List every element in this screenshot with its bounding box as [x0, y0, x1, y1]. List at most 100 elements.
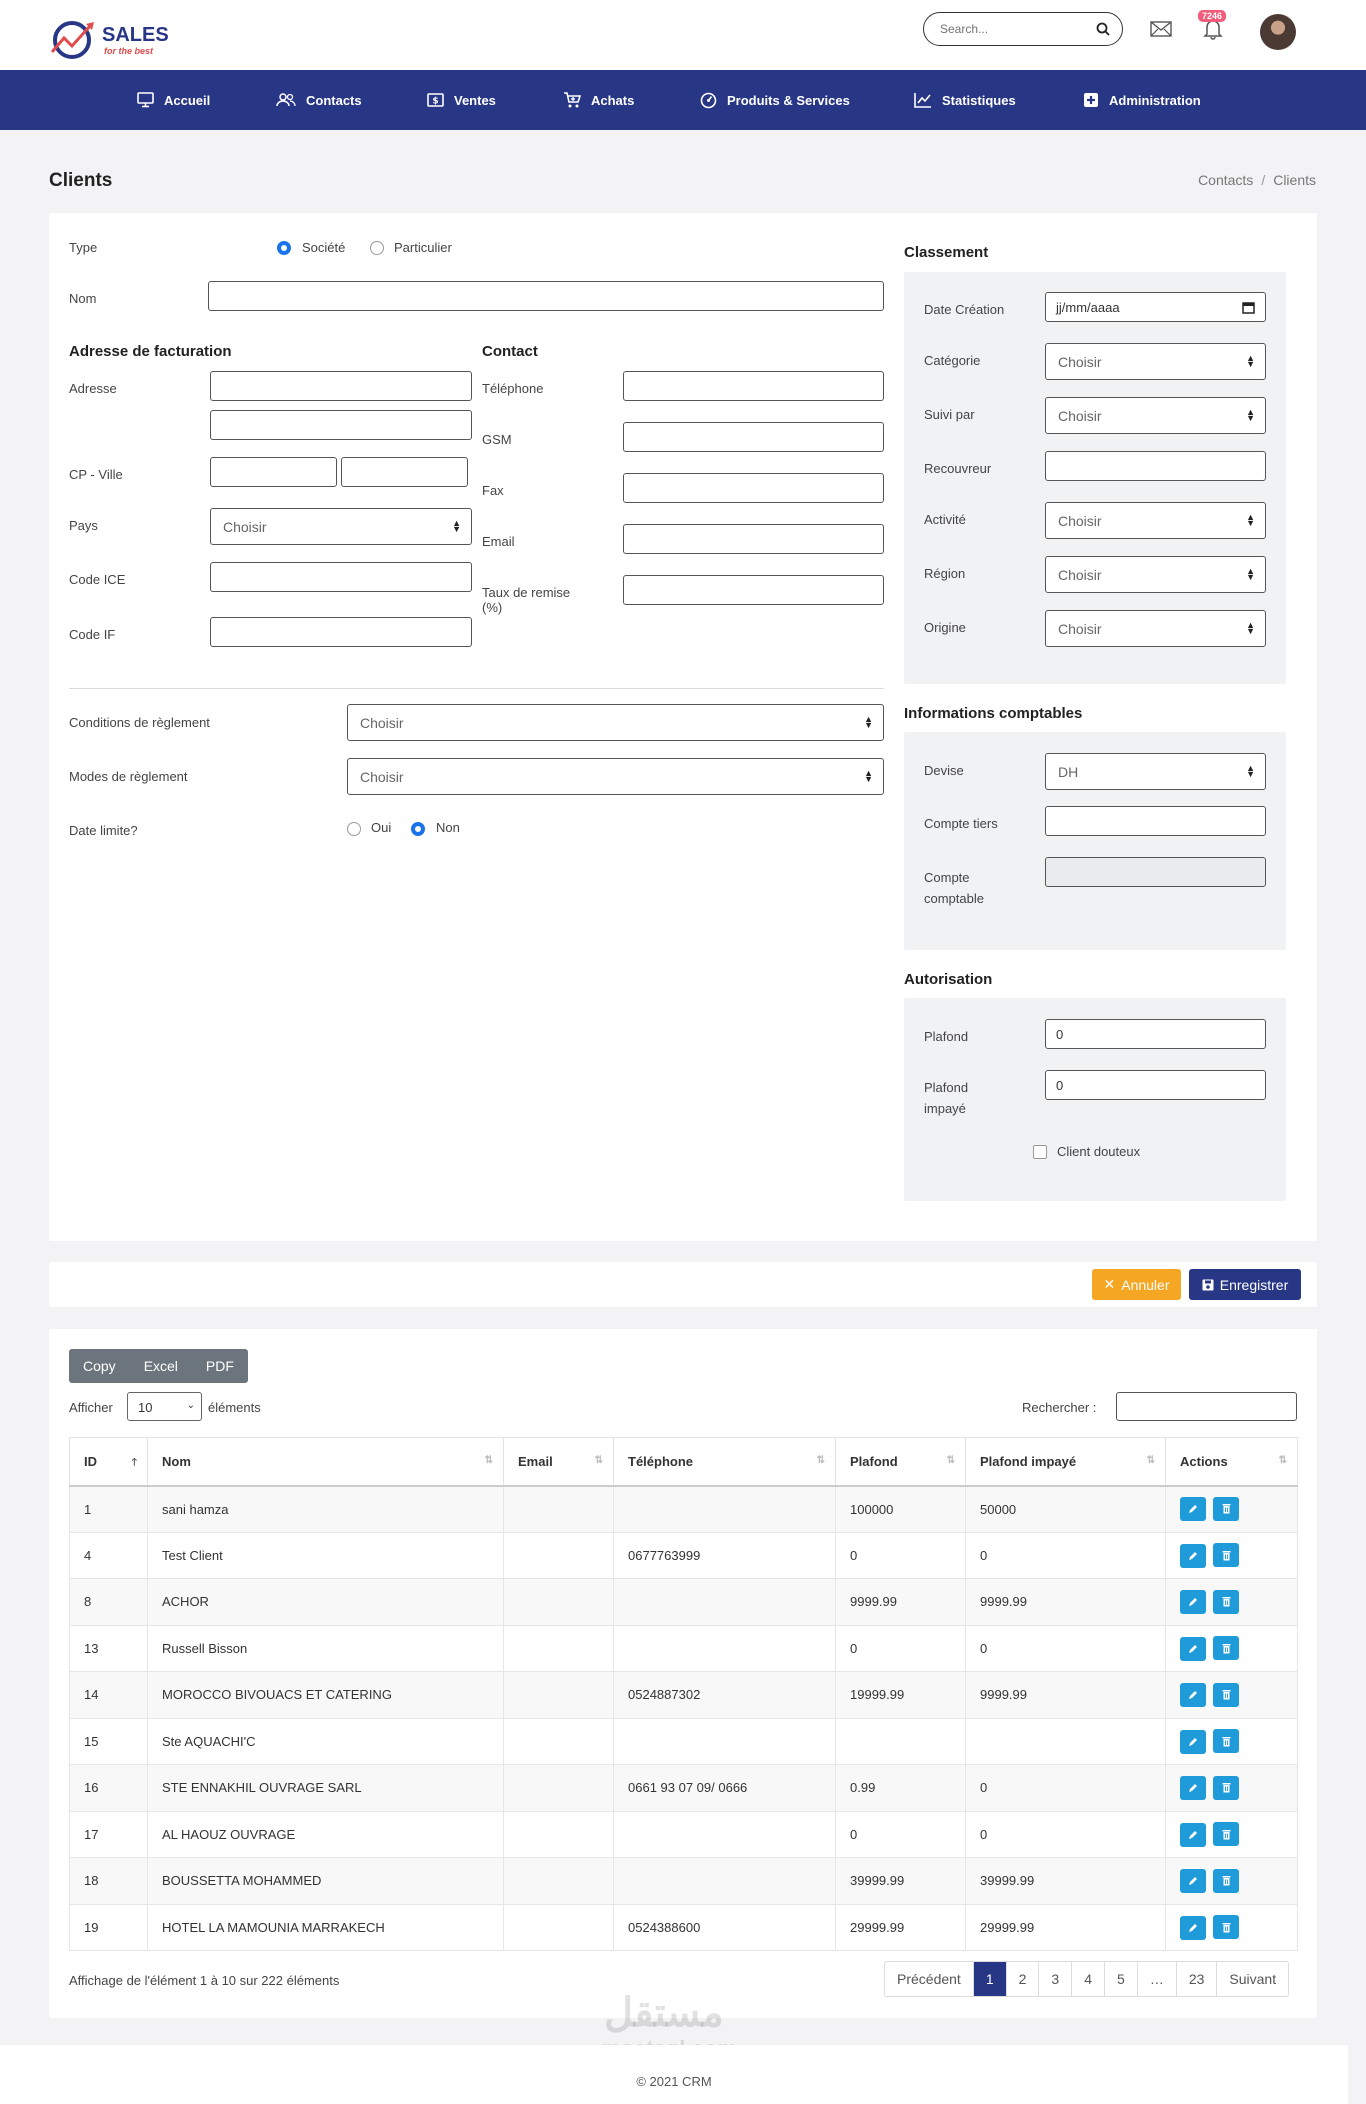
col-telephone[interactable]: Téléphone ⇅: [613, 1437, 836, 1487]
pagination-page[interactable]: 5: [1105, 1962, 1138, 1996]
edit-button[interactable]: [1180, 1915, 1206, 1940]
modes-select[interactable]: Choisir ▲ ▼: [347, 758, 884, 795]
ville-input[interactable]: [341, 457, 468, 487]
search-icon[interactable]: [1096, 22, 1110, 36]
nav-item-administration[interactable]: Administration: [1083, 70, 1201, 130]
edit-button[interactable]: [1180, 1683, 1206, 1707]
plafond-impaye-line-1: Plafond: [924, 1080, 969, 1095]
save-button[interactable]: Enregistrer: [1189, 1269, 1301, 1300]
edit-button[interactable]: [1180, 1543, 1206, 1568]
col-email[interactable]: Email ⇅: [503, 1437, 614, 1487]
pagination-page[interactable]: 1: [973, 1962, 1007, 1996]
cell-telephone: 0661 93 07 09/ 0666: [613, 1764, 836, 1812]
brand-logo[interactable]: SALES for the best: [50, 18, 170, 59]
pagination-page[interactable]: 2: [1007, 1962, 1040, 1996]
delete-button[interactable]: [1213, 1543, 1239, 1567]
nav-item-contacts[interactable]: Contacts: [276, 70, 362, 130]
date-creation-input[interactable]: jj/mm/aaaa: [1045, 292, 1266, 322]
pencil-icon: [1189, 1551, 1197, 1560]
excel-button[interactable]: Excel: [130, 1349, 192, 1383]
edit-button[interactable]: [1180, 1636, 1206, 1661]
plafond-impaye-input[interactable]: [1045, 1070, 1266, 1100]
breadcrumb-contacts[interactable]: Contacts: [1198, 172, 1253, 188]
delete-button[interactable]: [1213, 1868, 1239, 1893]
pagination-page[interactable]: 23: [1177, 1962, 1218, 1996]
recouvreur-input[interactable]: [1045, 451, 1266, 481]
pays-select[interactable]: Choisir ▲ ▼: [210, 508, 472, 545]
pagination-previous[interactable]: Précédent: [885, 1962, 974, 1996]
edit-button[interactable]: [1180, 1590, 1206, 1614]
close-icon: ✕: [1103, 1276, 1116, 1292]
devise-select[interactable]: DH ▲ ▼: [1045, 753, 1266, 790]
table-search-input[interactable]: [1116, 1392, 1297, 1421]
monitor-icon: [137, 92, 154, 108]
cell-id: 18: [69, 1857, 148, 1905]
delete-button[interactable]: [1213, 1496, 1239, 1521]
origine-select[interactable]: Choisir ▲ ▼: [1045, 610, 1266, 647]
table-row: 14 MOROCCO BIVOUACS ET CATERING 0524887302…: [69, 1671, 1298, 1719]
delete-button[interactable]: [1213, 1682, 1239, 1707]
delete-button[interactable]: [1213, 1729, 1239, 1753]
edit-button[interactable]: [1180, 1776, 1206, 1800]
cart-icon: [564, 92, 581, 108]
activite-select[interactable]: Choisir ▲ ▼: [1045, 502, 1266, 539]
nav-item-produits[interactable]: Produits & Services: [700, 70, 850, 130]
date-limite-oui-radio[interactable]: [347, 822, 361, 836]
email-input[interactable]: [623, 524, 884, 554]
cp-input[interactable]: [210, 457, 337, 487]
delete-button[interactable]: [1213, 1915, 1239, 1939]
pdf-button[interactable]: PDF: [192, 1349, 248, 1383]
mail-icon[interactable]: [1150, 21, 1172, 37]
if-input[interactable]: [210, 617, 472, 647]
cell-actions: [1165, 1857, 1298, 1905]
avatar[interactable]: [1260, 14, 1296, 50]
col-plafond-impaye[interactable]: Plafond impayé ⇅: [965, 1437, 1166, 1487]
trash-icon: [1222, 1876, 1230, 1886]
pagination-page[interactable]: 4: [1072, 1962, 1106, 1996]
nav-item-statistiques[interactable]: Statistiques: [914, 70, 1016, 130]
compte-tiers-input[interactable]: [1045, 806, 1266, 836]
suivi-select[interactable]: Choisir ▲ ▼: [1045, 397, 1266, 434]
delete-button[interactable]: [1213, 1589, 1239, 1614]
col-plafond[interactable]: Plafond ⇅: [835, 1437, 966, 1487]
delete-button[interactable]: [1213, 1775, 1239, 1800]
remise-input[interactable]: [623, 575, 884, 605]
edit-button[interactable]: [1180, 1497, 1206, 1522]
copy-button[interactable]: Copy: [69, 1349, 130, 1383]
edit-button[interactable]: [1180, 1729, 1206, 1754]
nav-item-accueil[interactable]: Accueil: [137, 70, 210, 130]
pagination-next[interactable]: Suivant: [1217, 1962, 1288, 1996]
edit-button[interactable]: [1180, 1869, 1206, 1893]
pagination-page[interactable]: …: [1138, 1962, 1177, 1996]
calendar-icon[interactable]: [1242, 301, 1255, 314]
search-input[interactable]: [940, 19, 1090, 39]
edit-button[interactable]: [1180, 1822, 1206, 1847]
delete-button[interactable]: [1213, 1636, 1239, 1660]
delete-button[interactable]: [1213, 1822, 1239, 1846]
gsm-input[interactable]: [623, 422, 884, 452]
nav-item-ventes[interactable]: $ Ventes: [427, 70, 496, 130]
adresse-input-1[interactable]: [210, 371, 472, 401]
ice-input[interactable]: [210, 562, 472, 592]
plafond-input[interactable]: [1045, 1019, 1266, 1049]
type-societe-radio[interactable]: [277, 241, 291, 255]
date-limite-non-radio[interactable]: [411, 822, 425, 836]
date-limite-oui-label: Oui: [371, 820, 392, 835]
col-actions[interactable]: Actions ⇅: [1165, 1437, 1298, 1487]
col-id[interactable]: ID 🡑: [69, 1437, 148, 1487]
cancel-button[interactable]: ✕ Annuler: [1092, 1269, 1181, 1300]
nom-input[interactable]: [208, 281, 884, 311]
telephone-input[interactable]: [623, 371, 884, 401]
client-douteux-checkbox[interactable]: [1033, 1145, 1047, 1159]
region-select[interactable]: Choisir ▲ ▼: [1045, 556, 1266, 593]
page-size-select[interactable]: 10 ⌄: [127, 1392, 202, 1421]
type-particulier-radio[interactable]: [370, 241, 384, 255]
categorie-select[interactable]: Choisir ▲ ▼: [1045, 343, 1266, 380]
nav-item-achats[interactable]: Achats: [563, 70, 634, 130]
col-nom[interactable]: Nom ⇅: [147, 1437, 504, 1487]
conditions-select[interactable]: Choisir ▲ ▼: [347, 704, 884, 741]
adresse-input-2[interactable]: [210, 410, 472, 440]
fax-input[interactable]: [623, 473, 884, 503]
sort-icon: ⇅: [484, 1455, 493, 1466]
pagination-page[interactable]: 3: [1039, 1962, 1073, 1996]
